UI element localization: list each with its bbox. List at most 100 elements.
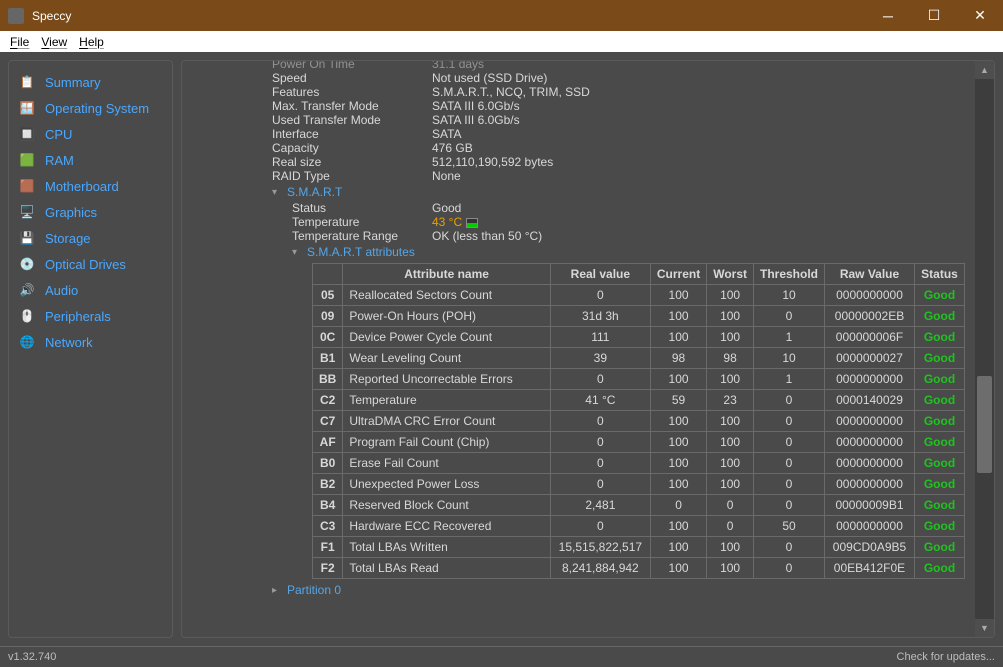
sidebar-item-ram[interactable]: 🟩RAM bbox=[9, 147, 172, 173]
cell-worst: 100 bbox=[707, 558, 754, 579]
prop-value: SATA III 6.0Gb/s bbox=[432, 113, 520, 127]
cell-raw: 00000009B1 bbox=[825, 495, 915, 516]
cell-worst: 0 bbox=[707, 495, 754, 516]
sidebar-item-os[interactable]: 🪟Operating System bbox=[9, 95, 172, 121]
prop-key: RAID Type bbox=[272, 169, 432, 183]
table-row: F1Total LBAs Written15,515,822,517100100… bbox=[313, 537, 965, 558]
cell-attr: UltraDMA CRC Error Count bbox=[343, 411, 551, 432]
caret-icon[interactable]: ▸ bbox=[272, 585, 282, 596]
prop-key: Real size bbox=[272, 155, 432, 169]
window-title: Speccy bbox=[32, 9, 865, 23]
cell-status: Good bbox=[915, 432, 965, 453]
cell-current: 98 bbox=[650, 348, 706, 369]
menubar: File View Help bbox=[0, 31, 1003, 52]
cell-attr: Total LBAs Written bbox=[343, 537, 551, 558]
cell-attr: Power-On Hours (POH) bbox=[343, 306, 551, 327]
prop-key: Used Transfer Mode bbox=[272, 113, 432, 127]
cell-status: Good bbox=[915, 390, 965, 411]
prop-key: Max. Transfer Mode bbox=[272, 99, 432, 113]
prop-value: 512,110,190,592 bytes bbox=[432, 155, 553, 169]
scroll-down-button[interactable]: ▼ bbox=[975, 619, 994, 637]
smart-node[interactable]: ▾ S.M.A.R.T bbox=[272, 185, 965, 199]
close-button[interactable]: ✕ bbox=[957, 0, 1003, 31]
caret-icon[interactable]: ▾ bbox=[292, 247, 302, 258]
sidebar-item-cpu[interactable]: 🔲CPU bbox=[9, 121, 172, 147]
cell-real: 0 bbox=[550, 474, 650, 495]
scrollbar[interactable]: ▲ ▼ bbox=[975, 61, 994, 637]
sidebar-item-optical[interactable]: 💿Optical Drives bbox=[9, 251, 172, 277]
cell-status: Good bbox=[915, 495, 965, 516]
cell-id: 05 bbox=[313, 285, 343, 306]
titlebar: Speccy ─ ☐ ✕ bbox=[0, 0, 1003, 31]
caret-icon[interactable]: ▾ bbox=[272, 187, 282, 198]
table-row: B1Wear Leveling Count399898100000000027G… bbox=[313, 348, 965, 369]
cell-current: 59 bbox=[650, 390, 706, 411]
cell-status: Good bbox=[915, 558, 965, 579]
cell-attr: Wear Leveling Count bbox=[343, 348, 551, 369]
menu-help[interactable]: Help bbox=[73, 35, 110, 49]
cell-threshold: 0 bbox=[753, 537, 824, 558]
cell-real: 8,241,884,942 bbox=[550, 558, 650, 579]
cell-attr: Reported Uncorrectable Errors bbox=[343, 369, 551, 390]
minimize-button[interactable]: ─ bbox=[865, 0, 911, 31]
cell-real: 0 bbox=[550, 453, 650, 474]
temperature-value: 43 °C bbox=[432, 215, 462, 229]
cell-current: 100 bbox=[650, 306, 706, 327]
menu-file[interactable]: File bbox=[4, 35, 35, 49]
cell-worst: 100 bbox=[707, 432, 754, 453]
check-updates-link[interactable]: Check for updates... bbox=[897, 651, 995, 663]
sidebar-item-label: CPU bbox=[45, 127, 72, 142]
sidebar-item-audio[interactable]: 🔊Audio bbox=[9, 277, 172, 303]
scroll-thumb[interactable] bbox=[977, 376, 992, 473]
prop-key: Features bbox=[272, 85, 432, 99]
smart-table: Attribute name Real value Current Worst … bbox=[312, 263, 965, 579]
sidebar-item-network[interactable]: 🌐Network bbox=[9, 329, 172, 355]
prop-key: Speed bbox=[272, 71, 432, 85]
scroll-up-button[interactable]: ▲ bbox=[975, 61, 994, 79]
cell-status: Good bbox=[915, 474, 965, 495]
cell-id: B2 bbox=[313, 474, 343, 495]
prop-key: Interface bbox=[272, 127, 432, 141]
sidebar-item-peripherals[interactable]: 🖱️Peripherals bbox=[9, 303, 172, 329]
maximize-button[interactable]: ☐ bbox=[911, 0, 957, 31]
cell-current: 100 bbox=[650, 516, 706, 537]
cell-real: 2,481 bbox=[550, 495, 650, 516]
node-label: S.M.A.R.T bbox=[287, 185, 342, 199]
table-row: 05Reallocated Sectors Count0100100100000… bbox=[313, 285, 965, 306]
temperature-icon bbox=[466, 218, 478, 228]
sidebar-item-summary[interactable]: 📋Summary bbox=[9, 69, 172, 95]
cell-id: C7 bbox=[313, 411, 343, 432]
cell-threshold: 0 bbox=[753, 558, 824, 579]
cell-raw: 000000006F bbox=[825, 327, 915, 348]
cell-worst: 100 bbox=[707, 537, 754, 558]
statusbar: v1.32.740 Check for updates... bbox=[0, 646, 1003, 667]
cell-status: Good bbox=[915, 537, 965, 558]
cell-real: 41 °C bbox=[550, 390, 650, 411]
cell-worst: 98 bbox=[707, 348, 754, 369]
cell-raw: 0000000000 bbox=[825, 432, 915, 453]
cell-raw: 0000000000 bbox=[825, 411, 915, 432]
cell-raw: 00EB412F0E bbox=[825, 558, 915, 579]
partition-node[interactable]: ▸Partition 0 bbox=[272, 583, 965, 597]
cell-attr: Unexpected Power Loss bbox=[343, 474, 551, 495]
col-current: Current bbox=[650, 264, 706, 285]
sidebar-item-label: RAM bbox=[45, 153, 74, 168]
sidebar: 📋Summary 🪟Operating System 🔲CPU 🟩RAM 🟫Mo… bbox=[8, 60, 173, 638]
sidebar-item-label: Audio bbox=[45, 283, 78, 298]
menu-view[interactable]: View bbox=[35, 35, 73, 49]
scroll-track[interactable] bbox=[977, 79, 992, 619]
prop-value: 31.1 days bbox=[432, 61, 484, 71]
sidebar-item-storage[interactable]: 💾Storage bbox=[9, 225, 172, 251]
cell-worst: 100 bbox=[707, 369, 754, 390]
cell-worst: 100 bbox=[707, 285, 754, 306]
cell-id: B1 bbox=[313, 348, 343, 369]
cell-raw: 0000000027 bbox=[825, 348, 915, 369]
version-label: v1.32.740 bbox=[8, 651, 56, 663]
cell-real: 0 bbox=[550, 516, 650, 537]
cell-attr: Program Fail Count (Chip) bbox=[343, 432, 551, 453]
sidebar-item-motherboard[interactable]: 🟫Motherboard bbox=[9, 173, 172, 199]
cell-worst: 0 bbox=[707, 516, 754, 537]
cell-id: B0 bbox=[313, 453, 343, 474]
sidebar-item-graphics[interactable]: 🖥️Graphics bbox=[9, 199, 172, 225]
smart-attrs-node[interactable]: ▾S.M.A.R.T attributes bbox=[292, 245, 965, 259]
